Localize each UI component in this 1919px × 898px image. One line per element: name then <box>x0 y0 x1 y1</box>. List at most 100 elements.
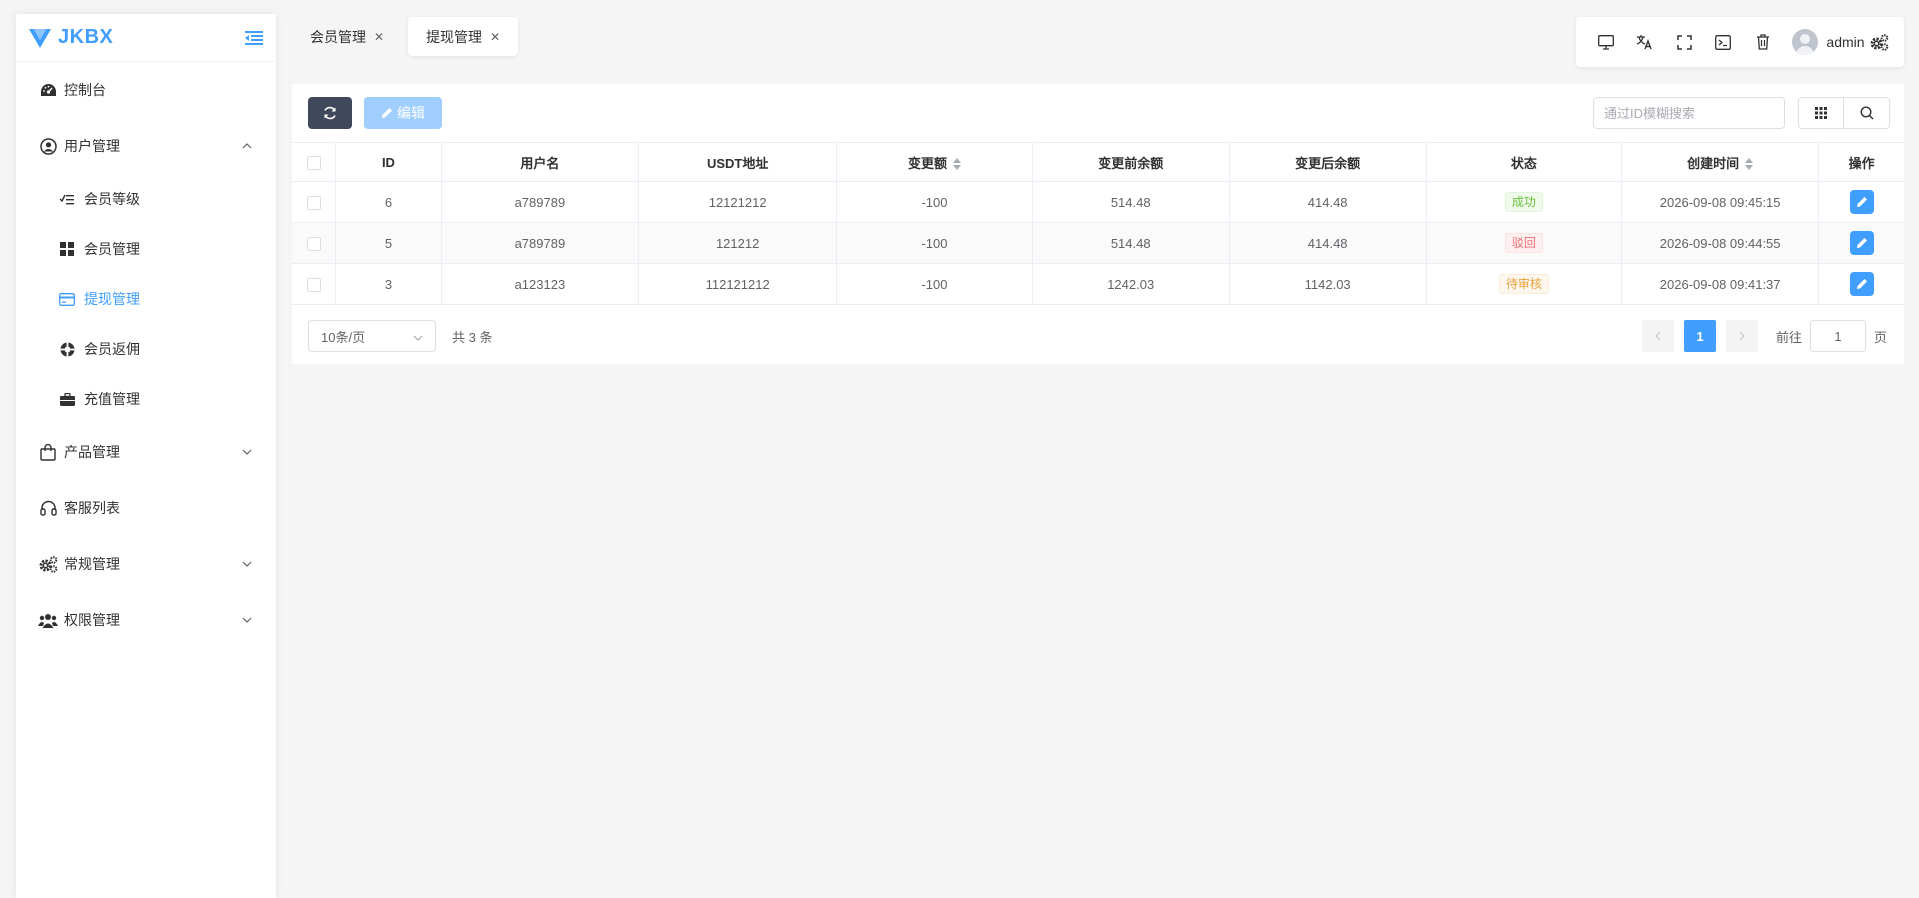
menu-fold-icon[interactable] <box>244 28 264 48</box>
tab-bar: 会员管理 ✕ 提现管理 ✕ <box>292 17 519 56</box>
logo-row: JKBX <box>16 14 276 62</box>
column-header-status: 状态 <box>1426 142 1623 182</box>
cell-after: 1142.03 <box>1229 263 1427 305</box>
fullscreen-icon[interactable] <box>1665 22 1704 62</box>
total-count: 共 3 条 <box>452 329 493 345</box>
page-size-select[interactable]: 10条/页 <box>308 320 436 352</box>
column-header-change[interactable]: 变更额 <box>836 142 1033 182</box>
users-icon <box>38 610 58 630</box>
row-select-cell <box>292 222 337 264</box>
page-suffix: 页 <box>1874 329 1888 345</box>
table-actions: 编辑 <box>308 97 442 129</box>
cell-status: 成功 <box>1426 181 1623 223</box>
headset-icon <box>38 498 58 518</box>
sidebar-item-member-level[interactable]: 会员等级 <box>16 174 276 224</box>
trash-icon[interactable] <box>1743 22 1782 62</box>
sidebar-item-recharge-management[interactable]: 充值管理 <box>16 374 276 424</box>
edit-button-label: 编辑 <box>397 105 425 121</box>
sidebar-item-member-rebate[interactable]: 会员返佣 <box>16 324 276 374</box>
column-header-label: 变更额 <box>907 155 947 171</box>
sidebar-item-product-management[interactable]: 产品管理 <box>16 424 276 480</box>
row-select-cell <box>292 181 337 223</box>
cell-created: 2026-09-08 09:41:37 <box>1621 263 1820 305</box>
cell-change: -100 <box>836 263 1033 305</box>
search-input[interactable] <box>1593 97 1785 129</box>
cell-actions <box>1818 181 1904 223</box>
list-check-icon <box>58 190 76 208</box>
refresh-button[interactable] <box>308 97 352 129</box>
chevron-down-icon <box>240 613 254 627</box>
pagination-left: 10条/页 共 3 条 <box>308 320 492 352</box>
row-select-cell <box>292 263 337 305</box>
monitor-icon[interactable] <box>1586 22 1625 62</box>
row-edit-button[interactable] <box>1849 231 1874 255</box>
shopping-bag-icon <box>38 442 58 462</box>
row-edit-button[interactable] <box>1849 190 1874 214</box>
sidebar-item-customer-service[interactable]: 客服列表 <box>16 480 276 536</box>
sidebar-item-label: 常规管理 <box>64 556 120 572</box>
sidebar-item-label: 充值管理 <box>84 391 140 407</box>
sidebar: JKBX 控制台 用户管理 会员等级 会员管理 提现管理 会员返佣 充值管理 产… <box>16 14 276 898</box>
sidebar-item-label: 会员返佣 <box>84 341 140 357</box>
row-checkbox[interactable] <box>306 236 321 251</box>
cell-before: 514.48 <box>1032 181 1230 223</box>
table-header-row: ID 用户名 USDT地址 变更额 变更前余额 变更后余额 状态 创建时间 操作 <box>292 142 1904 182</box>
sidebar-item-withdraw-management[interactable]: 提现管理 <box>16 274 276 324</box>
sidebar-item-user-management[interactable]: 用户管理 <box>16 118 276 174</box>
row-checkbox[interactable] <box>306 195 321 210</box>
row-edit-button[interactable] <box>1849 272 1874 296</box>
select-all-checkbox[interactable] <box>306 155 321 170</box>
column-header-actions: 操作 <box>1818 142 1904 182</box>
view-buttons <box>1798 97 1890 129</box>
row-checkbox[interactable] <box>306 277 321 292</box>
settings-icon[interactable] <box>1865 27 1894 57</box>
search-button[interactable] <box>1844 97 1890 129</box>
logo-icon <box>29 28 51 48</box>
sidebar-item-label: 控制台 <box>64 82 106 98</box>
close-icon[interactable]: ✕ <box>490 30 500 44</box>
column-header-usdt: USDT地址 <box>638 142 838 182</box>
cell-after: 414.48 <box>1229 222 1427 264</box>
cell-after: 414.48 <box>1229 181 1427 223</box>
sort-icon[interactable] <box>1745 158 1754 171</box>
terminal-icon[interactable] <box>1704 22 1743 62</box>
pencil-icon <box>382 108 392 118</box>
sidebar-item-label: 提现管理 <box>84 291 140 307</box>
cell-username: a789789 <box>441 222 640 264</box>
edit-button[interactable]: 编辑 <box>364 97 442 129</box>
cell-status: 驳回 <box>1426 222 1623 264</box>
sidebar-item-general-management[interactable]: 常规管理 <box>16 536 276 592</box>
cell-username: a123123 <box>441 263 640 305</box>
sidebar-item-member-management[interactable]: 会员管理 <box>16 224 276 274</box>
pencil-icon <box>1856 238 1867 248</box>
translate-icon[interactable] <box>1625 22 1664 62</box>
tab-withdraw-management[interactable]: 提现管理 ✕ <box>408 17 519 56</box>
cell-actions <box>1818 263 1904 305</box>
sidebar-menu: 控制台 用户管理 会员等级 会员管理 提现管理 会员返佣 充值管理 产品管理 客… <box>16 62 276 648</box>
prev-page-button[interactable] <box>1642 320 1674 352</box>
user-menu[interactable]: admin <box>1792 29 1865 55</box>
briefcase-icon <box>58 390 76 408</box>
logo[interactable]: JKBX <box>28 26 113 49</box>
credit-card-icon <box>58 290 76 308</box>
cell-id: 3 <box>335 263 442 305</box>
column-toggle-button[interactable] <box>1798 97 1844 129</box>
cell-change: -100 <box>836 222 1033 264</box>
close-icon[interactable]: ✕ <box>374 30 384 44</box>
tab-member-management[interactable]: 会员管理 ✕ <box>292 17 402 56</box>
refresh-icon <box>324 106 336 120</box>
column-header-after: 变更后余额 <box>1229 142 1427 182</box>
cell-actions <box>1818 222 1904 264</box>
next-page-button[interactable] <box>1726 320 1758 352</box>
table-row: 6 a789789 12121212 -100 514.48 414.48 成功… <box>292 181 1904 223</box>
page-number[interactable]: 1 <box>1684 320 1716 352</box>
sort-icon[interactable] <box>953 158 961 171</box>
column-header-created[interactable]: 创建时间 <box>1621 142 1820 182</box>
sidebar-item-label: 会员管理 <box>84 241 140 257</box>
sidebar-item-dashboard[interactable]: 控制台 <box>16 62 276 118</box>
goto-page-input[interactable] <box>1810 320 1867 352</box>
chevron-down-icon <box>413 329 423 344</box>
cell-created: 2026-09-08 09:44:55 <box>1621 222 1820 264</box>
sidebar-item-permission-management[interactable]: 权限管理 <box>16 592 276 648</box>
chevron-up-icon <box>240 139 254 153</box>
